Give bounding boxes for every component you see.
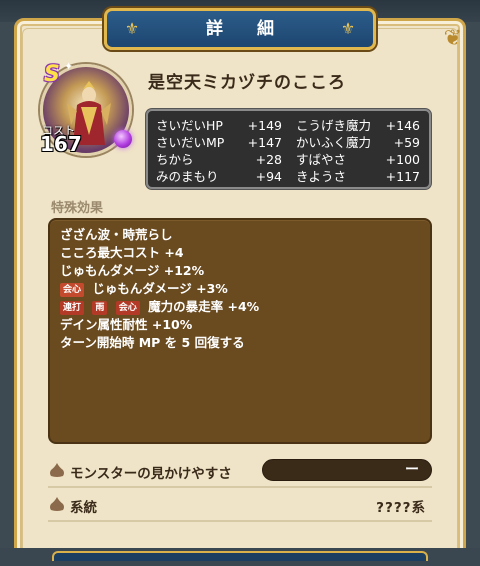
stat-name: ちから: [156, 152, 194, 167]
visibility-bar: ー: [262, 459, 432, 481]
next-panel-frame: [52, 551, 428, 561]
stat-attack-magic: こうげき魔力 +146: [296, 117, 420, 135]
stat-strength: ちから +28: [156, 151, 282, 169]
effect-text: 魔力の暴走率 +4%: [148, 299, 260, 314]
effect-text: じゅもんダメージ +12%: [60, 263, 205, 278]
visibility-label: モンスターの見かけやすさ: [70, 466, 232, 482]
stat-max-hp: さいだいHP +149: [156, 117, 282, 135]
stat-max-mp: さいだいMP +147: [156, 134, 282, 152]
corner-ornament-icon: ❦: [443, 26, 462, 51]
stat-name: きようさ: [296, 169, 347, 184]
stat-value: +146: [385, 118, 420, 133]
effect-line: じゅもんダメージ +12%: [60, 262, 204, 280]
stats-box: さいだいHP +149 こうげき魔力 +146 さいだいMP +147 かいふく…: [146, 109, 431, 189]
stat-speed: すばやさ +100: [296, 151, 420, 169]
stat-name: すばやさ: [296, 152, 347, 167]
lineage-label: 系統: [70, 500, 97, 516]
stat-dexterity: きようさ +117: [296, 168, 420, 186]
slime-drop-icon: [50, 497, 64, 511]
effect-text: ターン開始時 MP を 5 回復する: [60, 335, 245, 350]
stat-name: さいだいMP: [156, 135, 225, 150]
heart-name: 是空天ミカヅチのこころ: [148, 73, 346, 93]
slime-drop-icon: [50, 463, 64, 477]
divider: [48, 486, 432, 488]
stat-name: みのまもり: [156, 169, 219, 184]
stat-value: +28: [255, 152, 282, 167]
star-icon: ✦: [64, 60, 74, 73]
lineage-value: ????系: [376, 500, 426, 516]
stat-value: +100: [385, 152, 420, 167]
stat-value: +94: [255, 169, 282, 184]
condition-tag: 雨: [92, 301, 108, 315]
condition-tag: 会心: [60, 283, 85, 297]
cost-value: 167: [40, 132, 82, 156]
page-title: 詳 細: [206, 19, 288, 39]
stat-name: さいだいHP: [156, 118, 223, 133]
stat-heal-magic: かいふく魔力 +59: [296, 134, 420, 152]
fleur-de-lis-icon: ⚜: [340, 19, 356, 38]
effect-line: 会心 じゅもんダメージ +3%: [60, 280, 228, 298]
effect-line: こころ最大コスト +4: [60, 244, 184, 262]
stat-value: +59: [393, 135, 420, 150]
effect-line: 連打 雨 会心 魔力の暴走率 +4%: [60, 298, 259, 316]
stat-name: こうげき魔力: [296, 118, 372, 133]
effect-line: デイン属性耐性 +10%: [60, 316, 192, 334]
header-tab: ⚜ 詳 細 ⚜: [104, 8, 376, 50]
effect-text: こころ最大コスト +4: [60, 245, 184, 260]
stat-value: +117: [385, 169, 420, 184]
effect-text: じゅもんダメージ +3%: [92, 281, 228, 296]
effects-title: 特殊効果: [51, 201, 104, 216]
effect-text: デイン属性耐性 +10%: [60, 317, 193, 332]
visibility-value: ー: [405, 462, 419, 478]
stat-value: +147: [247, 135, 282, 150]
effect-line: ターン開始時 MP を 5 回復する: [60, 334, 245, 352]
condition-tag: 会心: [115, 301, 140, 315]
stat-value: +149: [247, 118, 282, 133]
stat-name: かいふく魔力: [296, 135, 372, 150]
orb-icon: [114, 130, 132, 148]
effects-box: ざざん波・時荒らし こころ最大コスト +4 じゅもんダメージ +12% 会心 じ…: [48, 218, 432, 444]
effect-line: ざざん波・時荒らし: [60, 226, 173, 244]
stat-defense: みのまもり +94: [156, 168, 282, 186]
divider: [48, 520, 432, 522]
condition-tag: 連打: [60, 301, 85, 315]
effect-text: ざざん波・時荒らし: [60, 227, 173, 242]
